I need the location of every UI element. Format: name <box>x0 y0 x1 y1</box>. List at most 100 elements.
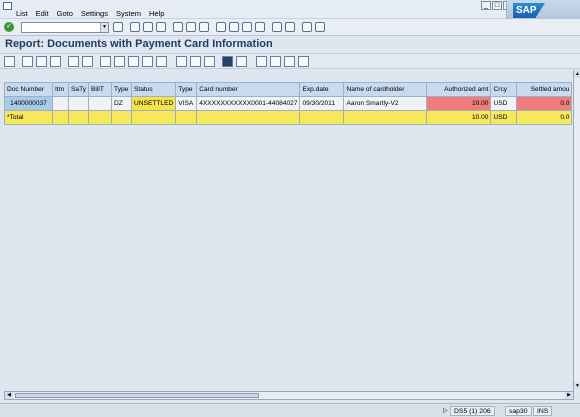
standard-toolbar: ✓ ▼ <box>0 19 580 36</box>
total-cell-empty <box>131 110 177 125</box>
find-next-icon[interactable] <box>199 22 209 32</box>
total-cell-empty <box>88 110 113 125</box>
total-cell-empty <box>196 110 301 125</box>
sap-logo-mark: SAP <box>513 3 545 18</box>
last-page-icon[interactable] <box>255 22 265 32</box>
column-header-exp-date[interactable]: Exp.date <box>299 82 345 97</box>
sort-ascending-icon[interactable] <box>22 56 33 67</box>
column-header-status[interactable]: Status <box>131 82 177 97</box>
menu-item-goto[interactable]: Goto <box>53 9 77 18</box>
cell-card-type[interactable]: VISA <box>175 96 198 111</box>
column-header-currency[interactable]: Crcy <box>490 82 518 97</box>
total-currency: USD <box>490 110 518 125</box>
print-preview-icon[interactable] <box>100 56 111 67</box>
cell-sales-type[interactable] <box>67 96 90 111</box>
back-icon[interactable] <box>130 22 140 32</box>
sort-descending-icon[interactable] <box>36 56 47 67</box>
report-area: Doc Number Itm SaTy BillT Type Status Ty… <box>0 70 580 390</box>
maximize-button[interactable]: □ <box>492 1 502 10</box>
word-processing-icon[interactable] <box>128 56 139 67</box>
cell-cardholder[interactable]: Aaron Smartly-V2 <box>343 96 428 111</box>
subtotal-icon[interactable] <box>82 56 93 67</box>
save-layout-icon[interactable] <box>204 56 215 67</box>
first-page-icon[interactable] <box>216 22 226 32</box>
local-file-icon[interactable] <box>142 56 153 67</box>
cell-item[interactable] <box>52 96 69 111</box>
status-server: sap30 <box>505 406 532 416</box>
shortcut-icon[interactable] <box>285 22 295 32</box>
table-row[interactable]: 1400000037 DZ UNSETTLED VISA 4XXXXXXXXXX… <box>4 96 573 111</box>
total-row[interactable]: *Total 10.00 USD 0.0 <box>4 110 573 125</box>
menu-item-settings[interactable]: Settings <box>77 9 112 18</box>
next-record-icon[interactable] <box>284 56 295 67</box>
cell-doc-number[interactable]: 1400000037 <box>4 96 53 111</box>
find-icon[interactable] <box>186 22 196 32</box>
total-icon[interactable] <box>68 56 79 67</box>
menu-item-help[interactable]: Help <box>145 9 168 18</box>
cancel-icon[interactable] <box>156 22 166 32</box>
previous-page-icon[interactable] <box>229 22 239 32</box>
menu-item-edit[interactable]: Edit <box>32 9 53 18</box>
scroll-left-icon[interactable]: ◀ <box>5 392 13 399</box>
information-icon[interactable] <box>222 56 233 67</box>
previous-record-icon[interactable] <box>270 56 281 67</box>
menu-item-system[interactable]: System <box>112 9 145 18</box>
vertical-scrollbar[interactable]: ▲ ▼ <box>573 70 580 391</box>
total-cell-empty <box>343 110 428 125</box>
menu: List Edit Goto Settings System Help <box>12 9 168 18</box>
print-icon[interactable] <box>173 22 183 32</box>
column-header-card-type[interactable]: Type <box>175 82 198 97</box>
export-icon[interactable] <box>114 56 125 67</box>
header-row: Doc Number Itm SaTy BillT Type Status Ty… <box>4 82 573 97</box>
column-header-item[interactable]: Itm <box>52 82 69 97</box>
cell-authorized-amt[interactable]: 10.00 <box>426 96 492 111</box>
column-header-billing-type[interactable]: BillT <box>88 82 113 97</box>
total-cell-empty <box>299 110 345 125</box>
column-header-doc-type[interactable]: Type <box>111 82 133 97</box>
scroll-right-icon[interactable]: ▶ <box>565 392 573 399</box>
details-icon[interactable] <box>4 56 15 67</box>
total-settled-amt: 0.0 <box>516 110 573 125</box>
command-field[interactable]: ▼ <box>21 22 109 33</box>
next-page-icon[interactable] <box>242 22 252 32</box>
cell-settled-amt[interactable]: 0.0 <box>516 96 573 111</box>
select-layout-icon[interactable] <box>190 56 201 67</box>
cell-currency[interactable]: USD <box>490 96 518 111</box>
horizontal-scroll-thumb[interactable] <box>15 393 259 398</box>
new-session-icon[interactable] <box>272 22 282 32</box>
system-menu-icon[interactable] <box>3 2 12 10</box>
cell-status[interactable]: UNSETTLED <box>131 96 177 111</box>
cell-doc-type[interactable]: DZ <box>111 96 133 111</box>
title-bar: Report: Documents with Payment Card Info… <box>0 36 580 53</box>
layout-menu-icon[interactable] <box>315 22 325 32</box>
menu-item-list[interactable]: List <box>12 9 32 18</box>
exit-icon[interactable] <box>143 22 153 32</box>
graphic-icon[interactable] <box>236 56 247 67</box>
column-header-settled-amt[interactable]: Settled amou <box>516 82 573 97</box>
send-icon[interactable] <box>156 56 167 67</box>
cell-billing-type[interactable] <box>88 96 113 111</box>
scroll-up-icon[interactable]: ▲ <box>574 70 580 78</box>
first-record-icon[interactable] <box>256 56 267 67</box>
total-cell-empty <box>67 110 90 125</box>
column-header-sales-type[interactable]: SaTy <box>67 82 90 97</box>
cell-exp-date[interactable]: 09/30/2011 <box>299 96 345 111</box>
help-icon[interactable] <box>302 22 312 32</box>
last-record-icon[interactable] <box>298 56 309 67</box>
total-authorized-amt: 10.00 <box>426 110 492 125</box>
horizontal-scrollbar[interactable]: ◀ ▶ <box>4 391 574 400</box>
column-header-doc-number[interactable]: Doc Number <box>4 82 53 97</box>
scroll-down-icon[interactable]: ▼ <box>574 382 580 390</box>
save-icon[interactable] <box>113 22 123 32</box>
column-header-authorized-amt[interactable]: Authorized amt <box>426 82 492 97</box>
change-layout-icon[interactable] <box>176 56 187 67</box>
application-toolbar <box>0 53 580 69</box>
enter-check-icon[interactable]: ✓ <box>4 22 14 32</box>
command-field-dropdown-icon[interactable]: ▼ <box>100 23 108 32</box>
minimize-button[interactable]: _ <box>481 1 491 10</box>
column-header-cardholder[interactable]: Name of cardholder <box>343 82 428 97</box>
filter-icon[interactable] <box>50 56 61 67</box>
menu-bar: List Edit Goto Settings System Help _ □ … <box>0 0 580 22</box>
cell-card-number[interactable]: 4XXXXXXXXXXX0001-44084027 <box>196 96 301 111</box>
column-header-card-number[interactable]: Card number <box>196 82 301 97</box>
